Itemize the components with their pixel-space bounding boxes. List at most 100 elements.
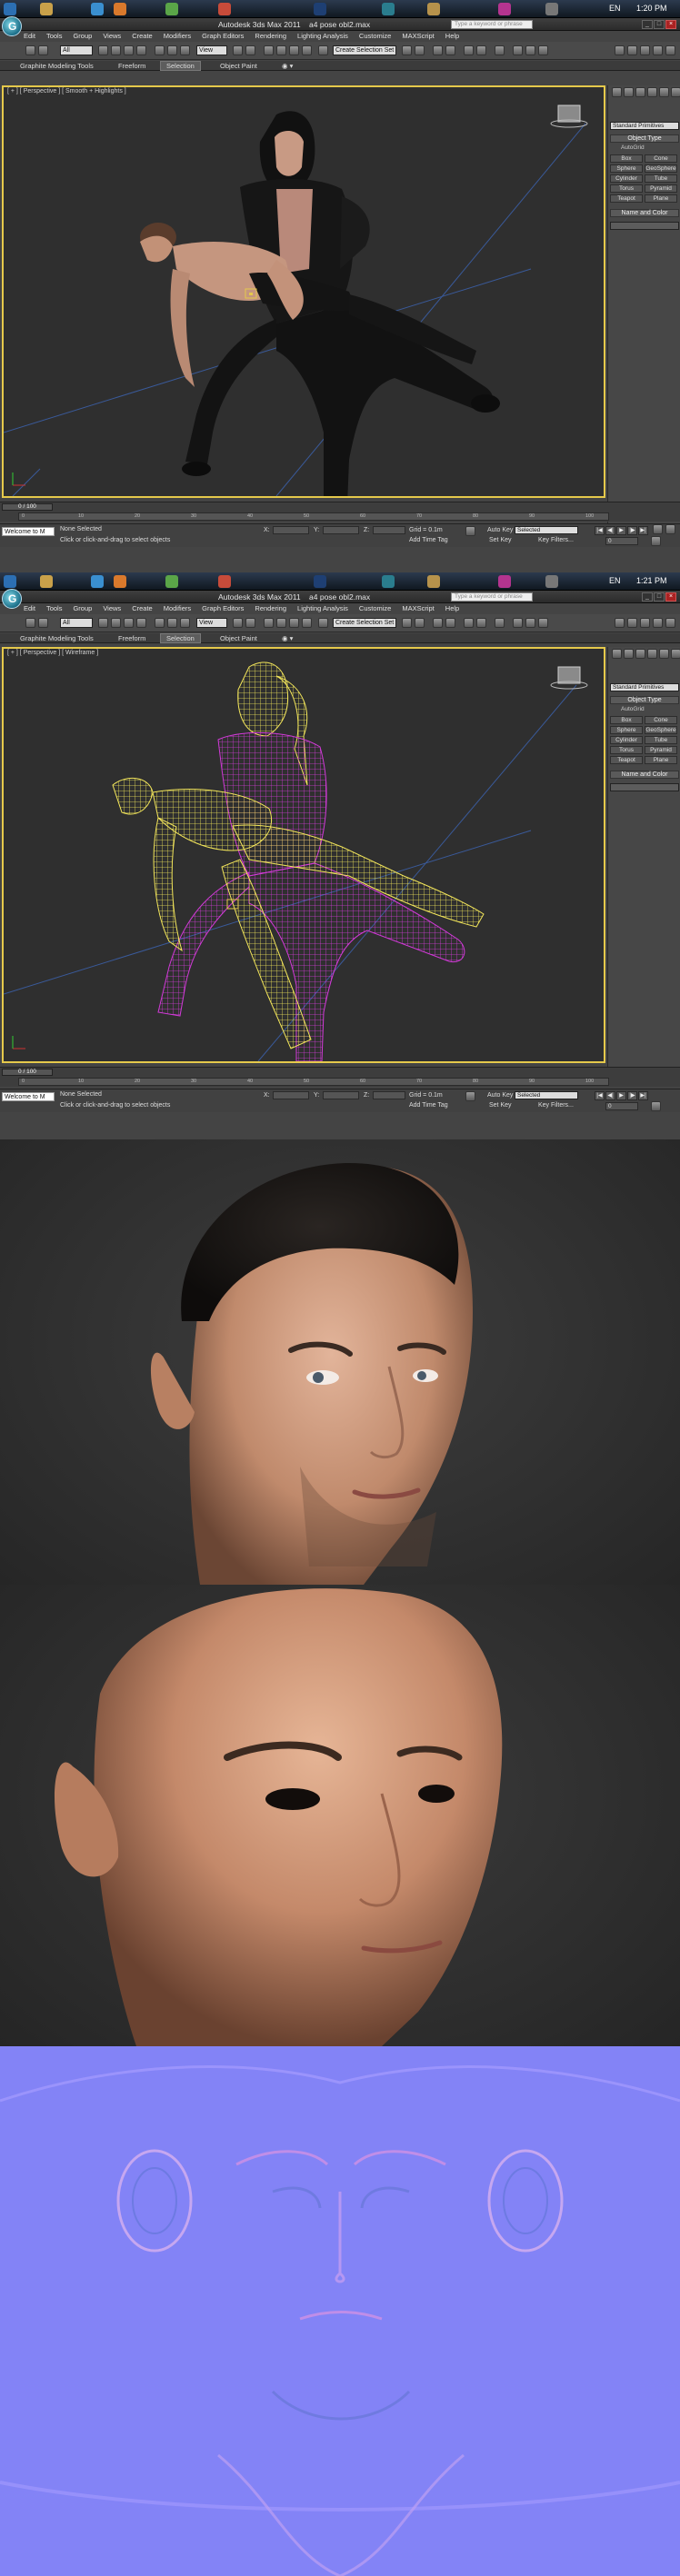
- rectangular-selection-icon[interactable]: [124, 45, 134, 55]
- geometry-icon[interactable]: [612, 87, 622, 97]
- teapot-button[interactable]: Teapot: [610, 756, 643, 764]
- explorer-icon[interactable]: [40, 3, 53, 15]
- window-crossing-icon[interactable]: [136, 45, 146, 55]
- rendered-frame-window-icon[interactable]: [525, 618, 535, 628]
- menu-help[interactable]: Help: [445, 32, 459, 41]
- next-frame-button[interactable]: |▶: [627, 526, 637, 535]
- mirror-icon[interactable]: [402, 45, 412, 55]
- minimize-button[interactable]: _: [642, 20, 653, 29]
- auto-key-toggle[interactable]: Auto Key: [487, 527, 513, 533]
- select-by-name-icon[interactable]: [111, 618, 121, 628]
- auto-key-mode-dropdown[interactable]: Selected: [515, 1091, 578, 1099]
- menu-group[interactable]: Group: [73, 604, 92, 613]
- spacewarps-icon[interactable]: [671, 649, 680, 659]
- current-frame-field[interactable]: 0: [605, 1102, 638, 1110]
- cylinder-button[interactable]: Cylinder: [610, 174, 643, 183]
- named-selection-dropdown[interactable]: Create Selection Set: [333, 618, 396, 628]
- y-coordinate-field[interactable]: [323, 1091, 359, 1099]
- render-setup-icon[interactable]: [513, 45, 523, 55]
- geosphere-button[interactable]: GeoSphere: [645, 164, 677, 173]
- select-object-icon[interactable]: [98, 618, 108, 628]
- folder-icon[interactable]: [427, 575, 440, 588]
- app-menu-button[interactable]: G: [2, 16, 22, 36]
- object-type-rollout[interactable]: Object Type: [610, 696, 679, 704]
- torus-button[interactable]: Torus: [610, 746, 643, 754]
- photoshop-icon[interactable]: [314, 575, 326, 588]
- viewcube-icon[interactable]: [557, 104, 581, 123]
- language-indicator[interactable]: EN: [609, 576, 621, 585]
- move-icon[interactable]: [155, 45, 165, 55]
- name-and-color-rollout[interactable]: Name and Color: [610, 209, 679, 217]
- menu-views[interactable]: Views: [103, 604, 121, 613]
- tab-object-paint[interactable]: Object Paint: [215, 634, 263, 642]
- current-frame-field[interactable]: 0: [605, 537, 638, 545]
- menu-maxscript[interactable]: MAXScript: [402, 32, 434, 41]
- menu-rendering[interactable]: Rendering: [255, 604, 286, 613]
- menu-tools[interactable]: Tools: [46, 32, 63, 41]
- window-crossing-icon[interactable]: [136, 618, 146, 628]
- render-production-icon[interactable]: [538, 45, 548, 55]
- go-to-start-button[interactable]: |◀: [595, 1091, 605, 1100]
- box-button[interactable]: Box: [610, 154, 643, 163]
- teapot-button[interactable]: Teapot: [610, 194, 643, 203]
- zbrush-icon[interactable]: [545, 3, 558, 15]
- maxscript-listener[interactable]: Welcome to M: [2, 527, 55, 536]
- maximize-button[interactable]: □: [654, 20, 665, 29]
- name-and-color-rollout[interactable]: Name and Color: [610, 771, 679, 779]
- pivot-icon[interactable]: [233, 618, 243, 628]
- autogrid-checkbox[interactable]: AutoGrid: [621, 144, 645, 151]
- max-taskbar-icon[interactable]: [382, 3, 395, 15]
- named-selection-dropdown[interactable]: Create Selection Set: [333, 45, 396, 55]
- modify-tab-icon[interactable]: [627, 618, 637, 628]
- viewport-perspective-wireframe[interactable]: [ + ] [ Perspective ] [ Wireframe ]: [2, 647, 605, 1063]
- tab-selection[interactable]: Selection: [160, 61, 201, 71]
- primitive-type-dropdown[interactable]: Standard Primitives: [610, 683, 679, 691]
- scale-icon[interactable]: [180, 45, 190, 55]
- box-button[interactable]: Box: [610, 716, 643, 724]
- object-name-field[interactable]: [610, 222, 679, 230]
- schematic-view-icon[interactable]: [476, 45, 486, 55]
- add-time-tag[interactable]: Add Time Tag: [409, 537, 448, 543]
- explorer-icon[interactable]: [40, 575, 53, 588]
- select-by-name-icon[interactable]: [111, 45, 121, 55]
- schematic-view-icon[interactable]: [476, 618, 486, 628]
- angle-snap-icon[interactable]: [276, 618, 286, 628]
- close-button[interactable]: ×: [665, 20, 676, 29]
- reference-coordinate-dropdown[interactable]: View: [196, 45, 227, 55]
- start-icon[interactable]: [4, 575, 16, 588]
- track-bar[interactable]: [18, 512, 609, 521]
- select-object-icon[interactable]: [98, 45, 108, 55]
- hierarchy-tab-icon[interactable]: [640, 618, 650, 628]
- x-coordinate-field[interactable]: [273, 526, 309, 534]
- menu-tools[interactable]: Tools: [46, 604, 63, 613]
- layer-manager-icon[interactable]: [433, 618, 443, 628]
- move-icon[interactable]: [155, 618, 165, 628]
- time-slider[interactable]: 0 / 100: [2, 503, 53, 511]
- cone-button[interactable]: Cone: [645, 716, 677, 724]
- pivot-icon[interactable]: [233, 45, 243, 55]
- lights-icon[interactable]: [635, 87, 645, 97]
- zbrush-icon[interactable]: [545, 575, 558, 588]
- paint-icon[interactable]: [498, 3, 511, 15]
- set-key-button[interactable]: Set Key: [489, 537, 512, 543]
- menu-edit[interactable]: Edit: [24, 32, 35, 41]
- create-tab-icon[interactable]: [615, 45, 625, 55]
- go-to-end-button[interactable]: ▶|: [638, 526, 648, 535]
- rendered-frame-window-icon[interactable]: [525, 45, 535, 55]
- reference-coordinate-dropdown[interactable]: View: [196, 618, 227, 628]
- tab-object-paint[interactable]: Object Paint: [215, 62, 263, 70]
- viewport-perspective-shaded[interactable]: [ + ] [ Perspective ] [ Smooth + Highlig…: [2, 85, 605, 498]
- play-button[interactable]: ▶: [616, 526, 626, 535]
- viewport-label[interactable]: [ + ] [ Perspective ] [ Wireframe ]: [7, 650, 98, 656]
- material-editor-icon[interactable]: [495, 618, 505, 628]
- previous-frame-button[interactable]: ◀|: [605, 1091, 615, 1100]
- menu-graph-editors[interactable]: Graph Editors: [202, 32, 244, 41]
- tab-freeform[interactable]: Freeform: [113, 62, 151, 70]
- menu-help[interactable]: Help: [445, 604, 459, 613]
- tab-freeform[interactable]: Freeform: [113, 634, 151, 642]
- next-frame-button[interactable]: |▶: [627, 1091, 637, 1100]
- graphite-toggle-icon[interactable]: [445, 45, 455, 55]
- maximize-button[interactable]: □: [654, 592, 665, 602]
- modify-tab-icon[interactable]: [627, 45, 637, 55]
- browser-icon[interactable]: [91, 3, 104, 15]
